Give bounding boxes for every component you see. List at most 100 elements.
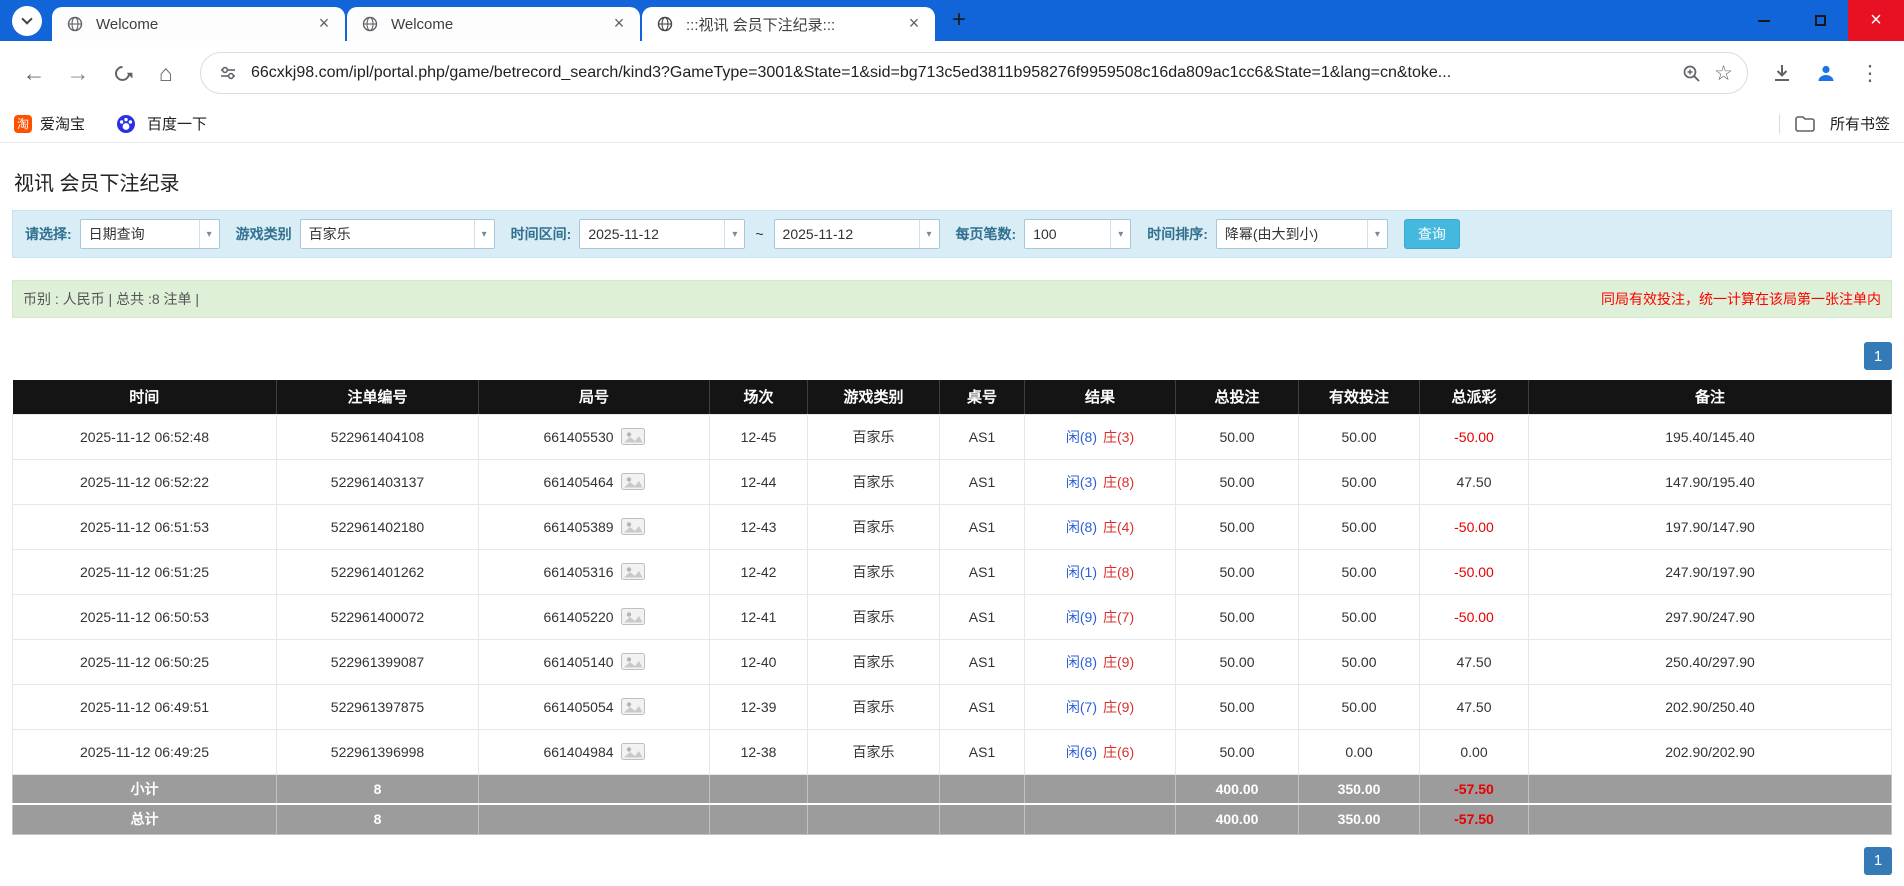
zoom-icon[interactable] <box>1678 60 1704 86</box>
query-type-select[interactable]: 日期查询 ▾ <box>79 219 220 249</box>
result-banker: 庄(6) <box>1103 743 1135 760</box>
cell-time: 2025-11-12 06:51:53 <box>12 503 277 550</box>
notice-text: 同局有效投注，统一计算在该局第一张注单内 <box>1601 291 1881 307</box>
total-total-bet: 400.00 <box>1175 803 1299 835</box>
round-video-icon[interactable] <box>620 518 645 535</box>
col-total-bet: 总投注 <box>1175 380 1299 414</box>
cell-payout: 47.50 <box>1419 458 1529 505</box>
bookmark-star-icon[interactable]: ☆ <box>1714 61 1733 86</box>
back-button[interactable]: ← <box>14 53 54 93</box>
cell-session: 12-43 <box>709 503 808 550</box>
cell-result: 闲(8) 庄(3) <box>1024 413 1176 460</box>
result-player: 闲(9) <box>1065 608 1097 625</box>
all-bookmarks-label[interactable]: 所有书签 <box>1830 113 1890 134</box>
bookmark-baidu[interactable]: 百度一下 <box>113 111 207 137</box>
tab-close-icon[interactable]: × <box>313 13 335 35</box>
page-1-button[interactable]: 1 <box>1864 846 1892 875</box>
cell-total-bet[interactable]: 50.00 <box>1175 413 1299 460</box>
reload-icon <box>111 62 133 84</box>
cell-time: 2025-11-12 06:49:25 <box>12 728 277 775</box>
url-text[interactable]: 66cxkj98.com/ipl/portal.php/game/betreco… <box>251 64 1668 82</box>
table-row: 2025-11-12 06:50:25 522961399087 6614051… <box>12 638 1892 685</box>
tab-close-icon[interactable]: × <box>608 13 630 35</box>
pagination-top: 1 <box>12 342 1892 370</box>
cell-table-no: AS1 <box>939 503 1025 550</box>
page-size-select[interactable]: 100 ▾ <box>1024 219 1132 249</box>
cell-note: 202.90/250.40 <box>1528 683 1892 730</box>
browser-tab-1[interactable]: Welcome × <box>52 7 345 41</box>
tab-close-icon[interactable]: × <box>903 13 925 35</box>
cell-total-bet[interactable]: 50.00 <box>1175 683 1299 730</box>
cell-total-bet[interactable]: 50.00 <box>1175 593 1299 640</box>
cell-payout: 0.00 <box>1419 728 1529 775</box>
cell-session: 12-42 <box>709 548 808 595</box>
home-button[interactable]: ⌂ <box>146 53 186 93</box>
sort-select[interactable]: 降幂(由大到小) ▾ <box>1215 219 1388 249</box>
round-video-icon[interactable] <box>620 563 645 580</box>
menu-button[interactable]: ⋮ <box>1850 53 1890 93</box>
cell-total-bet[interactable]: 50.00 <box>1175 638 1299 685</box>
cell-total-bet[interactable]: 50.00 <box>1175 548 1299 595</box>
address-bar[interactable]: 66cxkj98.com/ipl/portal.php/game/betreco… <box>200 52 1748 94</box>
col-round: 局号 <box>478 380 710 414</box>
date-to-select[interactable]: 2025-11-12 ▾ <box>773 219 940 249</box>
result-player: 闲(6) <box>1065 743 1097 760</box>
round-number: 661404984 <box>543 743 614 760</box>
col-note: 备注 <box>1528 380 1892 414</box>
cell-payout: -50.00 <box>1419 593 1529 640</box>
cell-table-no: AS1 <box>939 548 1025 595</box>
site-settings-icon[interactable] <box>215 60 241 86</box>
cell-time: 2025-11-12 06:52:22 <box>12 458 277 505</box>
tab-search-button[interactable] <box>12 5 42 36</box>
round-video-icon[interactable] <box>620 473 645 490</box>
chevron-down-icon: ▾ <box>473 220 494 248</box>
round-video-icon[interactable] <box>620 608 645 625</box>
new-tab-button[interactable]: + <box>943 5 975 37</box>
cell-result: 闲(1) 庄(8) <box>1024 548 1176 595</box>
date-from-select[interactable]: 2025-11-12 ▾ <box>579 219 746 249</box>
cell-valid-bet: 50.00 <box>1298 683 1420 730</box>
cell-round: 661405530 <box>478 413 710 460</box>
bookmark-taobao[interactable]: 淘 爱淘宝 <box>14 113 85 134</box>
minimize-icon <box>1758 19 1770 22</box>
currency-summary: 币别 : 人民币 | 总共 :8 注单 | <box>23 291 200 307</box>
page-1-button[interactable]: 1 <box>1864 342 1892 370</box>
forward-button[interactable]: → <box>58 53 98 93</box>
table-row: 2025-11-12 06:52:22 522961403137 6614054… <box>12 458 1892 505</box>
cell-note: 250.40/297.90 <box>1528 638 1892 685</box>
cell-round: 661404984 <box>478 728 710 775</box>
subtotal-total-bet: 400.00 <box>1175 773 1299 805</box>
cell-total-bet[interactable]: 50.00 <box>1175 503 1299 550</box>
chevron-down-icon: ▾ <box>724 220 744 248</box>
table-footer: 小计 8 400.00 350.00 -57.50 总计 8 400.00 35… <box>12 773 1892 835</box>
search-button[interactable]: 查询 <box>1403 219 1460 249</box>
total-payout: -57.50 <box>1419 803 1529 835</box>
profile-button[interactable] <box>1806 53 1846 93</box>
cell-bet-id: 522961403137 <box>276 458 479 505</box>
page-size-label: 每页笔数: <box>955 226 1017 242</box>
kebab-menu-icon: ⋮ <box>1859 61 1881 85</box>
cell-total-bet[interactable]: 50.00 <box>1175 728 1299 775</box>
cell-bet-id: 522961396998 <box>276 728 479 775</box>
date-to-value: 2025-11-12 <box>782 226 854 242</box>
cell-valid-bet: 50.00 <box>1298 593 1420 640</box>
maximize-button[interactable] <box>1792 0 1848 41</box>
table-row: 2025-11-12 06:51:53 522961402180 6614053… <box>12 503 1892 550</box>
cell-time: 2025-11-12 06:50:25 <box>12 638 277 685</box>
close-window-button[interactable]: × <box>1848 0 1904 41</box>
cell-total-bet[interactable]: 50.00 <box>1175 458 1299 505</box>
minimize-button[interactable] <box>1736 0 1792 41</box>
round-video-icon[interactable] <box>620 428 645 445</box>
cell-game-type: 百家乐 <box>807 593 940 640</box>
browser-tab-2[interactable]: Welcome × <box>347 7 640 41</box>
cell-table-no: AS1 <box>939 683 1025 730</box>
round-video-icon[interactable] <box>620 743 645 760</box>
reload-button[interactable] <box>102 53 142 93</box>
baidu-icon <box>113 111 139 137</box>
browser-tab-active[interactable]: :::视讯 会员下注纪录::: × <box>642 7 935 41</box>
round-video-icon[interactable] <box>620 653 645 670</box>
game-type-select[interactable]: 百家乐 ▾ <box>299 219 495 249</box>
downloads-button[interactable] <box>1762 53 1802 93</box>
col-table-no: 桌号 <box>939 380 1025 414</box>
round-video-icon[interactable] <box>620 698 645 715</box>
